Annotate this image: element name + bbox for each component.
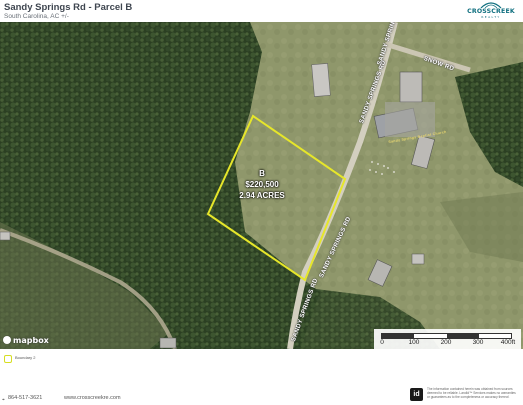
legend-swatch-icon (4, 355, 12, 363)
parcel-label[interactable]: B $220,500 2.94 ACRES (222, 168, 302, 201)
company-logo: CROSSCREEK REALTY (465, 2, 517, 19)
parcel-price: $220,500 (245, 180, 279, 189)
logo-subtext: REALTY (481, 15, 501, 19)
website-link[interactable]: www.crosscreekre.com (64, 395, 121, 401)
parcel-acreage: 2.94 ACRES (239, 191, 285, 200)
mapbox-text: mapbox (13, 336, 49, 345)
map-pin-icon: ⌖ (2, 397, 5, 403)
satellite-map[interactable]: SANDY SPRINGS RD SANDY SPRINGS RD SANDY … (0, 22, 523, 349)
landid-logo-icon: id (410, 388, 423, 401)
map-legend: Boundary 2 (0, 349, 523, 389)
scale-tick: 400ft (500, 339, 516, 346)
disclaimer-text: The information contained herein was obt… (427, 387, 516, 399)
page-subtitle: South Carolina, AC +/- (4, 13, 69, 20)
parcel-name: B (259, 169, 265, 178)
page-title: Sandy Springs Rd - Parcel B (4, 2, 133, 13)
scale-tick: 100 (408, 339, 420, 346)
scale-tick: 0 (380, 339, 384, 346)
scale-tick: 300 (472, 339, 484, 346)
mapbox-icon (3, 336, 11, 344)
scale-tick: 200 (440, 339, 452, 346)
mapbox-attribution[interactable]: mapbox (3, 336, 49, 345)
contact-phone[interactable]: 864-517-3621 (8, 395, 42, 401)
legend-label: Boundary 2 (15, 355, 36, 360)
scale-bar: 0 100 200 300 400ft (374, 329, 521, 349)
header: Sandy Springs Rd - Parcel B South Caroli… (0, 0, 523, 22)
logo-text: CROSSCREEK (467, 8, 515, 15)
